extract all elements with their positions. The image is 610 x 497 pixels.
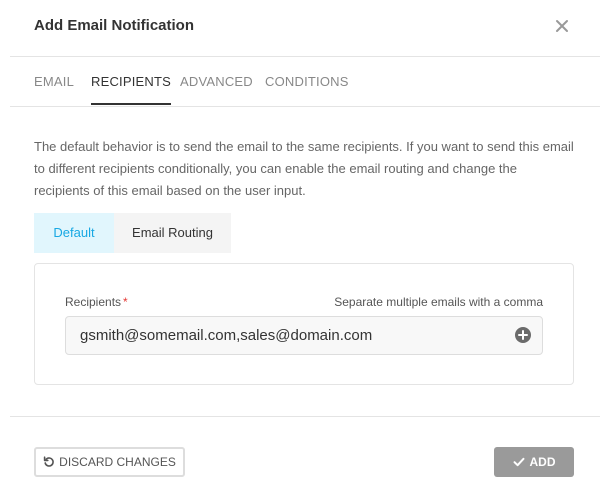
recipients-panel: Recipients * Separate multiple emails wit… — [34, 263, 574, 385]
checkmark-icon — [513, 456, 525, 468]
close-icon — [556, 20, 568, 32]
recipients-hint: Separate multiple emails with a comma — [334, 295, 543, 309]
tab-bar: EMAIL RECIPIENTS ADVANCED CONDITIONS — [10, 57, 600, 107]
discard-changes-button[interactable]: DISCARD CHANGES — [34, 447, 185, 477]
add-label: ADD — [529, 455, 556, 469]
add-button[interactable]: ADD — [494, 447, 574, 477]
toggle-default[interactable]: Default — [34, 213, 114, 253]
required-marker: * — [123, 295, 128, 309]
close-button[interactable] — [550, 14, 574, 38]
recipients-input[interactable] — [65, 316, 543, 355]
undo-icon — [43, 456, 55, 468]
dialog-header: Add Email Notification — [10, 0, 600, 57]
footer-divider — [10, 416, 600, 417]
add-recipient-button[interactable] — [515, 327, 531, 343]
recipients-description: The default behavior is to send the emai… — [34, 139, 574, 198]
tab-recipients[interactable]: RECIPIENTS — [91, 74, 172, 105]
plus-circle-icon — [515, 327, 531, 343]
discard-changes-label: DISCARD CHANGES — [59, 455, 176, 469]
tab-conditions[interactable]: CONDITIONS — [265, 74, 349, 105]
add-email-notification-dialog: Add Email Notification EMAIL RECIPIENTS … — [0, 0, 610, 497]
recipients-label: Recipients * — [65, 295, 128, 309]
recipient-mode-toggle: Default Email Routing — [34, 213, 231, 253]
toggle-email-routing[interactable]: Email Routing — [114, 213, 231, 253]
dialog-title: Add Email Notification — [34, 17, 195, 34]
tab-advanced[interactable]: ADVANCED — [180, 74, 253, 105]
recipients-label-text: Recipients — [65, 295, 122, 309]
tab-email[interactable]: EMAIL — [34, 74, 74, 105]
